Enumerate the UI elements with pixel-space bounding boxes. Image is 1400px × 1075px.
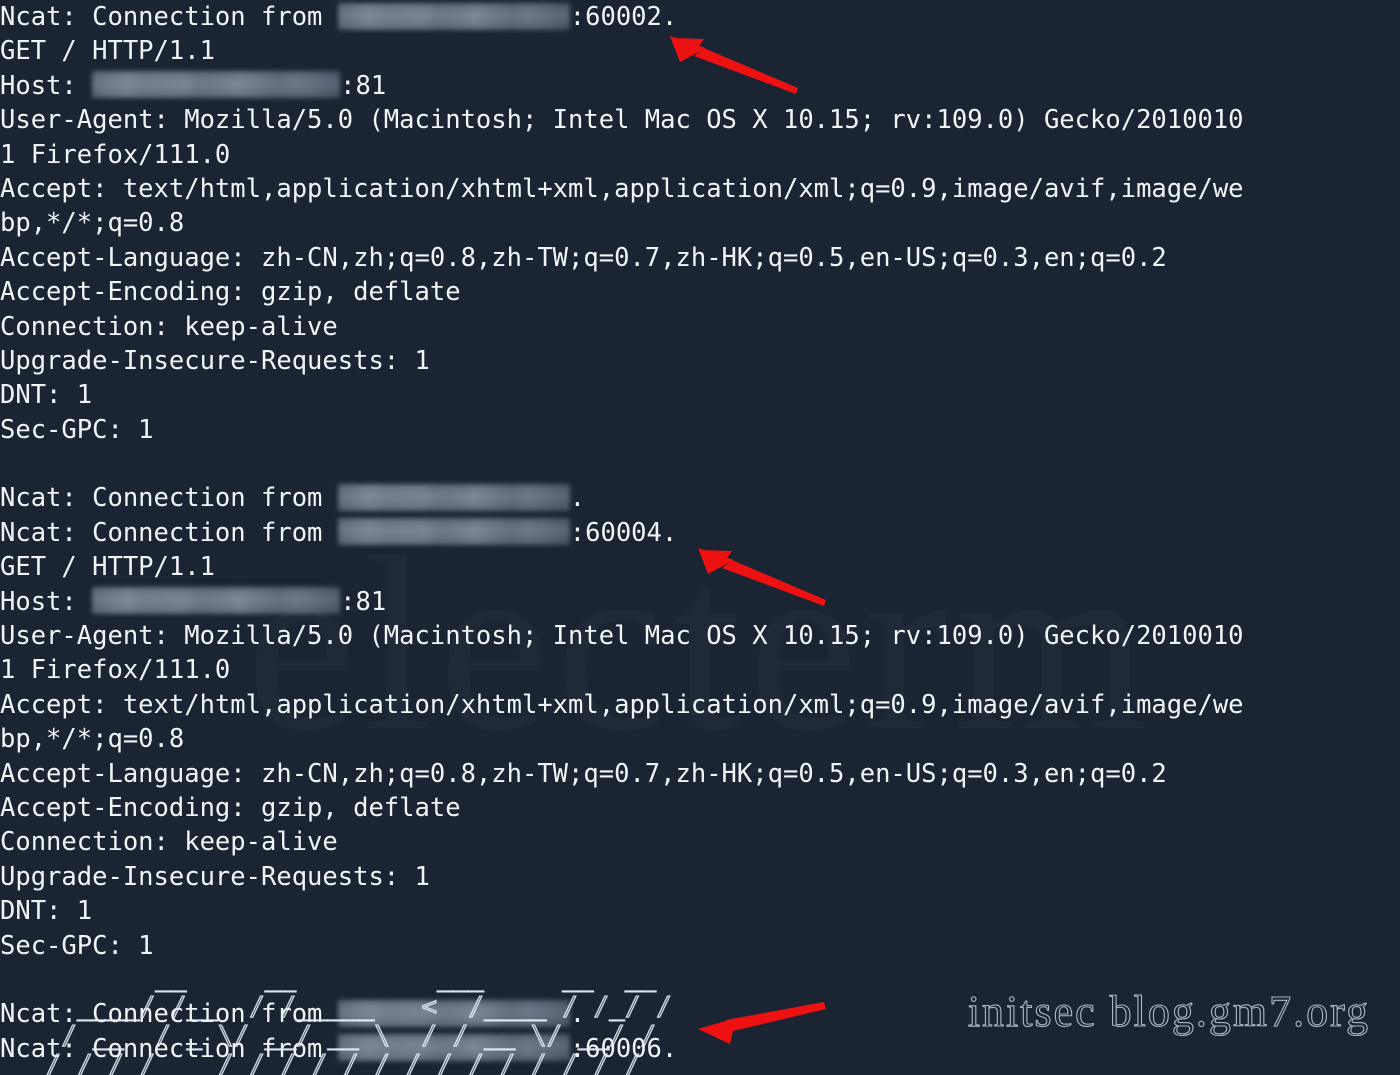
terminal-line-text: DNT: 1 — [0, 896, 93, 927]
terminal-line-text: bp,*/*;q=0.8 — [0, 208, 185, 239]
terminal-line-text: Accept: text/html,application/xhtml+xml,… — [0, 173, 1244, 204]
terminal-line: Accept: text/html,application/xhtml+xml,… — [0, 172, 1400, 206]
terminal-line: Accept-Encoding: gzip, deflate — [0, 791, 1400, 825]
terminal-line: GET / HTTP/1.1 — [0, 34, 1400, 68]
terminal-line-text: Sec-GPC: 1 — [0, 414, 154, 445]
terminal-output[interactable]: Ncat: Connection from :60002. GET / HTTP/… — [0, 0, 1400, 1066]
terminal-line: Accept-Language: zh-CN,zh;q=0.8,zh-TW;q=… — [0, 241, 1400, 275]
terminal-line-text: GET / HTTP/1.1 — [0, 552, 215, 583]
terminal-line: DNT: 1 — [0, 894, 1400, 928]
terminal-line: Upgrade-Insecure-Requests: 1 — [0, 344, 1400, 378]
terminal-line: Ncat: Connection from . — [0, 481, 1400, 515]
terminal-line: Upgrade-Insecure-Requests: 1 — [0, 860, 1400, 894]
terminal-line: Connection: keep-alive — [0, 310, 1400, 344]
terminal-line-text: GET / HTTP/1.1 — [0, 36, 215, 67]
terminal-line-text: 1 Firefox/111.0 — [0, 655, 231, 686]
redacted-ip-address — [337, 2, 570, 30]
terminal-line-text: Ncat: Connection from — [0, 1033, 338, 1064]
terminal-line-text: :81 — [340, 586, 387, 617]
terminal-line-text: Host: — [0, 586, 93, 617]
terminal-line-text: Host: — [0, 70, 93, 101]
terminal-line-text: Sec-GPC: 1 — [0, 930, 154, 961]
terminal-line: User-Agent: Mozilla/5.0 (Macintosh; Inte… — [0, 103, 1400, 137]
terminal-line-text: Accept-Language: zh-CN,zh;q=0.8,zh-TW;q=… — [0, 242, 1167, 273]
terminal-window[interactable]: electerm Ncat: Connection from :60002.GE… — [0, 0, 1400, 1075]
terminal-line: bp,*/*;q=0.8 — [0, 722, 1400, 756]
terminal-line: User-Agent: Mozilla/5.0 (Macintosh; Inte… — [0, 619, 1400, 653]
redacted-ip-address — [337, 518, 570, 546]
terminal-line-text: :60006. — [569, 1033, 678, 1064]
terminal-line-text: Ncat: Connection from — [0, 2, 338, 32]
terminal-line: Accept-Language: zh-CN,zh;q=0.8,zh-TW;q=… — [0, 757, 1400, 791]
terminal-line: Accept: text/html,application/xhtml+xml,… — [0, 688, 1400, 722]
terminal-line: GET / HTTP/1.1 — [0, 550, 1400, 584]
terminal-line-text: DNT: 1 — [0, 380, 93, 411]
terminal-line: DNT: 1 — [0, 378, 1400, 412]
terminal-line-text: Connection: keep-alive — [0, 311, 338, 342]
terminal-line-text: User-Agent: Mozilla/5.0 (Macintosh; Inte… — [0, 105, 1244, 136]
terminal-line: bp,*/*;q=0.8 — [0, 206, 1400, 240]
terminal-line: Sec-GPC: 1 — [0, 413, 1400, 447]
terminal-line: Sec-GPC: 1 — [0, 929, 1400, 963]
terminal-line-text: . — [569, 999, 586, 1030]
terminal-line: 1 Firefox/111.0 — [0, 653, 1400, 687]
terminal-line-text: User-Agent: Mozilla/5.0 (Macintosh; Inte… — [0, 621, 1244, 652]
terminal-line: 1 Firefox/111.0 — [0, 138, 1400, 172]
redacted-ip-address — [337, 483, 570, 511]
terminal-line-text: :60004. — [569, 517, 678, 548]
redacted-ip-address — [337, 1034, 570, 1062]
terminal-line-text: Accept-Encoding: gzip, deflate — [0, 792, 461, 823]
terminal-line-text: Accept: text/html,application/xhtml+xml,… — [0, 689, 1244, 720]
terminal-line: Ncat: Connection from :60004. — [0, 516, 1400, 550]
terminal-line: Ncat: Connection from :60006. — [0, 1032, 1400, 1066]
terminal-line-text: :60002. — [569, 2, 678, 32]
terminal-line-text: Upgrade-Insecure-Requests: 1 — [0, 861, 430, 892]
terminal-line-text: Ncat: Connection from — [0, 517, 338, 548]
terminal-line-text: Connection: keep-alive — [0, 827, 338, 858]
terminal-line: Ncat: Connection from :60002. — [0, 0, 1400, 34]
terminal-line: Host: :81 — [0, 585, 1400, 619]
terminal-line-text: Upgrade-Insecure-Requests: 1 — [0, 345, 430, 376]
terminal-line-text: :81 — [340, 70, 387, 101]
terminal-line-text: Accept-Encoding: gzip, deflate — [0, 277, 461, 308]
terminal-line: Accept-Encoding: gzip, deflate — [0, 275, 1400, 309]
terminal-line-text: Accept-Language: zh-CN,zh;q=0.8,zh-TW;q=… — [0, 758, 1167, 789]
redacted-ip-address — [337, 999, 570, 1027]
terminal-line-text: 1 Firefox/111.0 — [0, 139, 231, 170]
terminal-line-text: bp,*/*;q=0.8 — [0, 724, 185, 755]
redacted-ip-address — [92, 71, 341, 99]
terminal-line: Host: :81 — [0, 69, 1400, 103]
redacted-ip-address — [92, 587, 341, 615]
terminal-line-text: . — [569, 483, 586, 514]
terminal-line-text: Ncat: Connection from — [0, 999, 338, 1030]
terminal-line: Ncat: Connection from . — [0, 997, 1400, 1031]
terminal-line-text: Ncat: Connection from — [0, 483, 338, 514]
terminal-line: Connection: keep-alive — [0, 825, 1400, 859]
